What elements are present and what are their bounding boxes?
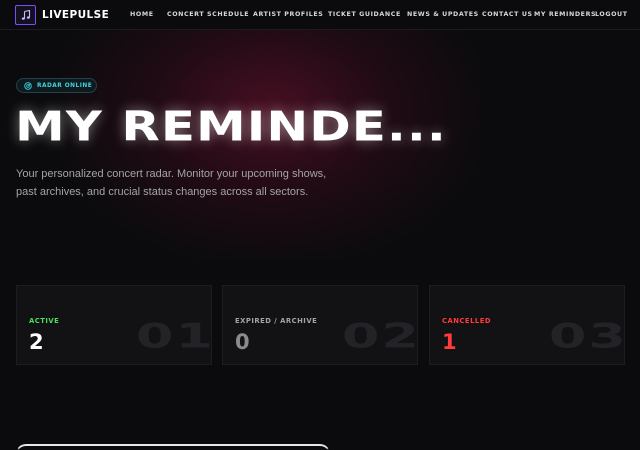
stat-label: ACTIVE <box>29 317 60 325</box>
nav-news-updates[interactable]: NEWS & UPDATES <box>407 11 479 18</box>
logo-badge[interactable] <box>15 5 36 25</box>
stat-value: 0 <box>235 330 250 354</box>
radar-icon <box>24 81 32 90</box>
music-note-icon <box>21 9 30 20</box>
stat-index: 01 <box>135 316 212 356</box>
nav-concert-schedule[interactable]: CONCERT SCHEDULE <box>167 11 249 18</box>
stat-value: 2 <box>29 330 44 354</box>
nav-home[interactable]: HOME <box>130 11 154 18</box>
radar-status-badge: RADAR ONLINE <box>16 78 97 93</box>
stat-card-expired: 02 EXPIRED / ARCHIVE 0 <box>222 285 418 365</box>
nav-artist-profiles[interactable]: ARTIST PROFILES <box>253 11 323 18</box>
nav-logout[interactable]: LOGOUT <box>595 11 628 18</box>
nav-my-reminders[interactable]: MY REMINDERS <box>534 11 596 18</box>
page-title: MY REMINDE... <box>15 102 447 151</box>
stat-value: 1 <box>442 330 457 354</box>
stat-label: CANCELLED <box>442 317 492 325</box>
top-navbar: LIVEPULSE HOME CONCERT SCHEDULE ARTIST P… <box>0 0 640 30</box>
stat-label: EXPIRED / ARCHIVE <box>235 317 318 325</box>
stat-index: 02 <box>341 316 418 356</box>
nav-contact-us[interactable]: CONTACT US <box>482 11 533 18</box>
page-subtitle: Your personalized concert radar. Monitor… <box>16 168 327 198</box>
nav-ticket-guidance[interactable]: TICKET GUIDANCE <box>328 11 401 18</box>
stat-index: 03 <box>548 316 625 356</box>
stat-card-active: 01 ACTIVE 2 <box>16 285 212 365</box>
stat-card-cancelled: 03 CANCELLED 1 <box>429 285 625 365</box>
brand-name[interactable]: LIVEPULSE <box>42 9 109 21</box>
badge-label: RADAR ONLINE <box>37 82 93 89</box>
filter-tabs-partial[interactable] <box>16 444 330 450</box>
